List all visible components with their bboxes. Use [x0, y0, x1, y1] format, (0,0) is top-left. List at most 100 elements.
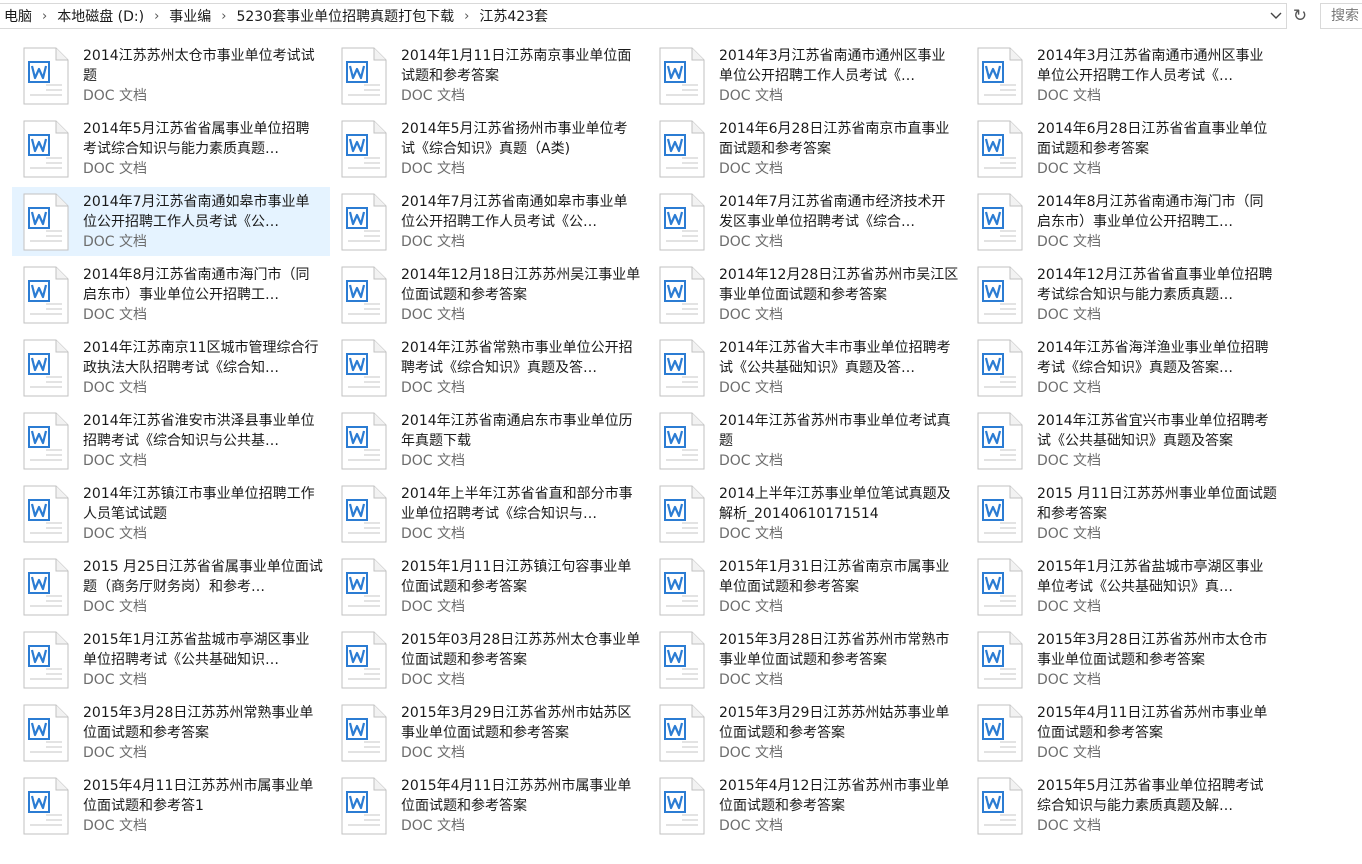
- file-type: DOC 文档: [719, 161, 784, 177]
- file-item[interactable]: 2014年江苏省大丰市事业单位招聘考试《公共基础知识》真题及答… DOC 文档: [648, 333, 966, 402]
- file-type: DOC 文档: [83, 88, 148, 104]
- breadcrumb-item-pc[interactable]: 电脑: [0, 6, 36, 26]
- file-type: DOC 文档: [83, 161, 148, 177]
- file-type: DOC 文档: [1037, 234, 1102, 250]
- chevron-right-icon[interactable]: ›: [458, 9, 475, 24]
- word-doc-icon: [976, 120, 1024, 178]
- address-dropdown-button[interactable]: [1266, 5, 1286, 27]
- file-type: DOC 文档: [719, 672, 784, 688]
- file-item[interactable]: 2014年7月江苏省南通如皋市事业单位公开招聘工作人员考试《公… DOC 文档: [330, 187, 648, 256]
- file-name: 2014年6月28日江苏省南京市直事业面试题和参考答案: [719, 121, 950, 157]
- file-type: DOC 文档: [83, 307, 148, 323]
- file-item[interactable]: 2015年4月11日江苏省苏州市事业单位面试题和参考答案 DOC 文档: [966, 698, 1284, 767]
- word-doc-icon: [22, 193, 70, 251]
- breadcrumb-item-folder[interactable]: 事业编: [165, 6, 215, 26]
- file-type: DOC 文档: [83, 745, 148, 761]
- search-input[interactable]: 搜索: [1320, 3, 1362, 29]
- file-item[interactable]: 2015年1月11日江苏镇江句容事业单位面试题和参考答案 DOC 文档: [330, 552, 648, 621]
- word-doc-icon: [658, 704, 706, 762]
- file-name: 2014年3月江苏省南通市通州区事业单位公开招聘工作人员考试《…: [719, 48, 946, 84]
- word-doc-icon: [976, 412, 1024, 470]
- chevron-right-icon[interactable]: ›: [148, 9, 165, 24]
- file-type: DOC 文档: [719, 818, 784, 834]
- file-item[interactable]: 2015年1月江苏省盐城市亭湖区事业单位考试《公共基础知识》真… DOC 文档: [966, 552, 1284, 621]
- word-doc-icon: [976, 704, 1024, 762]
- file-item[interactable]: 2015年3月28日江苏省苏州市太仓市事业单位面试题和参考答案 DOC 文档: [966, 625, 1284, 694]
- file-name: 2015年3月28日江苏省苏州市太仓市事业单位面试题和参考答案: [1037, 632, 1268, 668]
- file-type: DOC 文档: [83, 818, 148, 834]
- file-name: 2014年江苏省宜兴市事业单位招聘考试《公共基础知识》真题及答案: [1037, 413, 1269, 449]
- file-item[interactable]: 2014年6月28日江苏省省直事业单位面试题和参考答案 DOC 文档: [966, 114, 1284, 183]
- file-item[interactable]: 2015年4月11日江苏苏州市属事业单位面试题和参考答案 DOC 文档: [330, 771, 648, 840]
- file-item[interactable]: 2014年江苏省常熟市事业单位公开招聘考试《综合知识》真题及答… DOC 文档: [330, 333, 648, 402]
- file-type: DOC 文档: [401, 88, 466, 104]
- file-item[interactable]: 2014年8月江苏省南通市海门市（同启东市）事业单位公开招聘工… DOC 文档: [966, 187, 1284, 256]
- file-item[interactable]: 2015年3月29日江苏省苏州市姑苏区事业单位面试题和参考答案 DOC 文档: [330, 698, 648, 767]
- word-doc-icon: [22, 47, 70, 105]
- file-item[interactable]: 2014江苏苏州太仓市事业单位考试试题 DOC 文档: [12, 41, 330, 110]
- file-item[interactable]: 2014年3月江苏省南通市通州区事业单位公开招聘工作人员考试《… DOC 文档: [648, 41, 966, 110]
- file-type: DOC 文档: [719, 526, 784, 542]
- file-type: DOC 文档: [401, 818, 466, 834]
- file-item[interactable]: 2015年4月12日江苏省苏州市事业单位面试题和参考答案 DOC 文档: [648, 771, 966, 840]
- file-name: 2014年1月11日江苏南京事业单位面试题和参考答案: [401, 48, 632, 84]
- file-item[interactable]: 2014年12月江苏省省直事业单位招聘考试综合知识与能力素质真题… DOC 文档: [966, 260, 1284, 329]
- file-item[interactable]: 2015年4月11日江苏苏州市属事业单位面试题和参考答1 DOC 文档: [12, 771, 330, 840]
- refresh-button[interactable]: ↻: [1289, 3, 1311, 29]
- file-type: DOC 文档: [1037, 88, 1102, 104]
- file-item[interactable]: 2014年1月11日江苏南京事业单位面试题和参考答案 DOC 文档: [330, 41, 648, 110]
- word-doc-icon: [658, 777, 706, 835]
- breadcrumb-item-current[interactable]: 江苏423套: [475, 6, 552, 26]
- word-doc-icon: [976, 631, 1024, 689]
- file-name: 2014年7月江苏省南通如皋市事业单位公开招聘工作人员考试《公…: [401, 194, 628, 230]
- file-item[interactable]: 2014年5月江苏省扬州市事业单位考试《综合知识》真题（A类) DOC 文档: [330, 114, 648, 183]
- file-grid: 2014江苏苏州太仓市事业单位考试试题 DOC 文档 2014年1月11日江苏南京事…: [12, 41, 1284, 844]
- word-doc-icon: [22, 558, 70, 616]
- file-type: DOC 文档: [1037, 745, 1102, 761]
- file-type: DOC 文档: [83, 526, 148, 542]
- file-item[interactable]: 2015年3月28日江苏苏州常熟事业单位面试题和参考答案 DOC 文档: [12, 698, 330, 767]
- file-item[interactable]: 2015年5月江苏省事业单位招聘考试综合知识与能力素质真题及解… DOC 文档: [966, 771, 1284, 840]
- file-type: DOC 文档: [1037, 307, 1102, 323]
- file-item[interactable]: 2015年3月29日江苏苏州姑苏事业单位面试题和参考答案 DOC 文档: [648, 698, 966, 767]
- file-name: 2015年1月31日江苏省南京市属事业单位面试题和参考答案: [719, 559, 950, 595]
- file-item[interactable]: 2014年江苏省海洋渔业事业单位招聘考试《综合知识》真题及答案… DOC 文档: [966, 333, 1284, 402]
- chevron-right-icon[interactable]: ›: [215, 9, 232, 24]
- file-type: DOC 文档: [1037, 453, 1102, 469]
- file-item[interactable]: 2014年江苏省淮安市洪泽县事业单位招聘考试《综合知识与公共基… DOC 文档: [12, 406, 330, 475]
- file-item[interactable]: 2014年7月江苏省南通如皋市事业单位公开招聘工作人员考试《公… DOC 文档: [12, 187, 330, 256]
- word-doc-icon: [340, 47, 388, 105]
- chevron-right-icon[interactable]: ›: [36, 9, 53, 24]
- file-item[interactable]: 2015 月25日江苏省省属事业单位面试题（商务厅财务岗）和参考… DOC 文档: [12, 552, 330, 621]
- file-item[interactable]: 2014年3月江苏省南通市通州区事业单位公开招聘工作人员考试《… DOC 文档: [966, 41, 1284, 110]
- file-item[interactable]: 2014年5月江苏省省属事业单位招聘考试综合知识与能力素质真题… DOC 文档: [12, 114, 330, 183]
- file-item[interactable]: 2014年江苏镇江市事业单位招聘工作人员笔试试题 DOC 文档: [12, 479, 330, 548]
- file-item[interactable]: 2014年12月18日江苏苏州吴江事业单位面试题和参考答案 DOC 文档: [330, 260, 648, 329]
- breadcrumb-item-folder[interactable]: 5230套事业单位招聘真题打包下载: [232, 6, 458, 26]
- file-item[interactable]: 2014年12月28日江苏省苏州市吴江区事业单位面试题和参考答案 DOC 文档: [648, 260, 966, 329]
- file-type: DOC 文档: [1037, 818, 1102, 834]
- word-doc-icon: [22, 266, 70, 324]
- file-item[interactable]: 2014上半年江苏事业单位笔试真题及解析_20140610171514 DOC 文…: [648, 479, 966, 548]
- file-item[interactable]: 2014年8月江苏省南通市海门市（同启东市）事业单位公开招聘工… DOC 文档: [12, 260, 330, 329]
- file-item[interactable]: 2015年1月31日江苏省南京市属事业单位面试题和参考答案 DOC 文档: [648, 552, 966, 621]
- breadcrumb-item-drive[interactable]: 本地磁盘 (D:): [53, 6, 148, 26]
- file-item[interactable]: 2014年江苏省苏州市事业单位考试真题 DOC 文档: [648, 406, 966, 475]
- file-type: DOC 文档: [401, 161, 466, 177]
- file-item[interactable]: 2014年6月28日江苏省南京市直事业面试题和参考答案 DOC 文档: [648, 114, 966, 183]
- file-item[interactable]: 2015年1月江苏省盐城市亭湖区事业单位招聘考试《公共基础知识… DOC 文档: [12, 625, 330, 694]
- file-type: DOC 文档: [1037, 161, 1102, 177]
- file-item[interactable]: 2014年江苏南京11区城市管理综合行政执法大队招聘考试《综合知… DOC 文档: [12, 333, 330, 402]
- word-doc-icon: [340, 631, 388, 689]
- file-item[interactable]: 2015 月11日江苏苏州事业单位面试题和参考答案 DOC 文档: [966, 479, 1284, 548]
- file-item[interactable]: 2014年上半年江苏省省直和部分市事业单位招聘考试《综合知识与… DOC 文档: [330, 479, 648, 548]
- file-name: 2014年江苏省常熟市事业单位公开招聘考试《综合知识》真题及答…: [401, 340, 633, 376]
- word-doc-icon: [658, 631, 706, 689]
- file-item[interactable]: 2015年03月28日江苏苏州太仓事业单位面试题和参考答案 DOC 文档: [330, 625, 648, 694]
- file-name: 2015年1月江苏省盐城市亭湖区事业单位招聘考试《公共基础知识…: [83, 632, 310, 668]
- file-item[interactable]: 2015年3月28日江苏省苏州市常熟市事业单位面试题和参考答案 DOC 文档: [648, 625, 966, 694]
- file-item[interactable]: 2014年江苏省南通启东市事业单位历年真题下载 DOC 文档: [330, 406, 648, 475]
- file-item[interactable]: 2014年7月江苏省南通市经济技术开发区事业单位招聘考试《综合… DOC 文档: [648, 187, 966, 256]
- file-item[interactable]: 2014年江苏省宜兴市事业单位招聘考试《公共基础知识》真题及答案 DOC 文档: [966, 406, 1284, 475]
- file-name: 2014年江苏南京11区城市管理综合行政执法大队招聘考试《综合知…: [83, 340, 319, 376]
